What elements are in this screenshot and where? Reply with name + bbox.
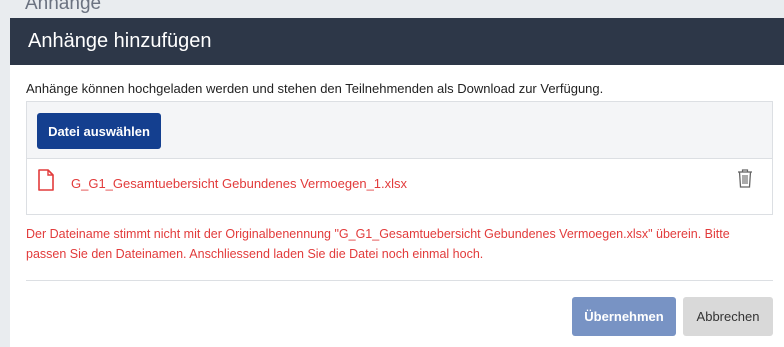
dialog-intro-text: Anhänge können hochgeladen werden und st… <box>26 81 604 96</box>
dialog-header: Anhänge hinzufügen <box>10 18 784 65</box>
background-page-edge <box>0 0 10 347</box>
upload-toolbar: Datei auswählen <box>27 102 772 159</box>
file-name: G_G1_Gesamtuebersicht Gebundenes Vermoeg… <box>71 176 408 191</box>
background-heading-fragment: Anhänge <box>25 0 102 14</box>
filename-error-message: Der Dateiname stimmt nicht mit der Origi… <box>26 227 730 261</box>
file-list-item: G_G1_Gesamtuebersicht Gebundenes Vermoeg… <box>27 159 772 215</box>
choose-file-button[interactable]: Datei auswählen <box>37 113 161 149</box>
background-page: Anhänge <box>0 0 784 20</box>
footer-divider <box>26 280 773 281</box>
trash-icon[interactable] <box>736 168 754 188</box>
file-icon <box>38 169 54 191</box>
upload-panel: Datei auswählen G_G1_Gesamtuebersicht Ge… <box>26 101 773 215</box>
confirm-button[interactable]: Übernehmen <box>572 297 676 336</box>
attachments-dialog: Anhänge hinzufügen Anhänge können hochge… <box>10 18 784 347</box>
dialog-title: Anhänge hinzufügen <box>28 30 212 52</box>
cancel-button[interactable]: Abbrechen <box>683 297 773 336</box>
